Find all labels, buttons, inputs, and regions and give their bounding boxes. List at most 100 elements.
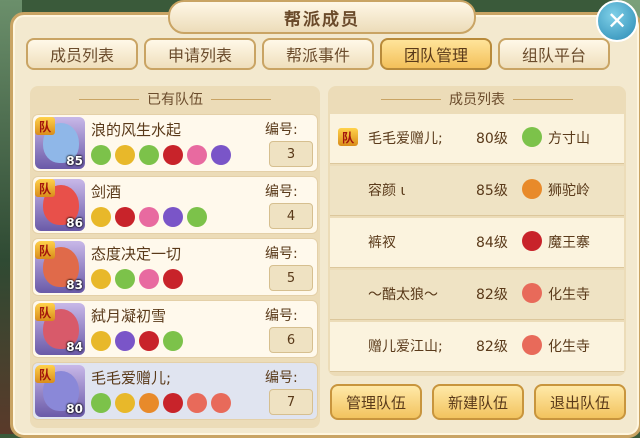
team-leader-badge: 队 xyxy=(35,303,55,321)
member-name: 毛毛爱赠儿; xyxy=(368,131,443,147)
school-icon xyxy=(139,393,159,413)
team-name: 弑月凝初雪 xyxy=(91,307,167,325)
level-label: 80 xyxy=(66,402,83,416)
team-leader-badge: 队 xyxy=(35,179,55,197)
school-icon xyxy=(163,393,183,413)
member-row[interactable]: 队 毛毛爱赠儿; 80级 方寸山 xyxy=(330,114,624,164)
avatar: 队 85 xyxy=(35,117,85,169)
member-level: 84级 xyxy=(476,235,508,251)
school-icon xyxy=(139,145,159,165)
level-label: 83 xyxy=(66,278,83,292)
member-row[interactable]: 裤衩 84级 魔王寨 xyxy=(330,218,624,268)
member-school: 方寸山 xyxy=(548,131,590,147)
manage-team-button[interactable]: 管理队伍 xyxy=(330,384,422,420)
school-icon xyxy=(115,331,135,351)
member-level: 80级 xyxy=(476,131,508,147)
existing-teams-panel: 已有队伍 队 85 浪的风生水起 编号: 3 队 86 剑酒 编号: 4 队 8… xyxy=(30,86,320,428)
school-icon xyxy=(91,207,111,227)
tab-team-platform[interactable]: 组队平台 xyxy=(498,38,610,70)
member-name: 裤衩 xyxy=(368,235,396,251)
school-icon xyxy=(163,207,183,227)
school-icons xyxy=(91,145,231,165)
member-school: 化生寺 xyxy=(548,339,590,355)
close-icon: ✕ xyxy=(606,7,628,35)
team-number: 7 xyxy=(269,389,313,415)
level-label: 84 xyxy=(66,340,83,354)
school-icon xyxy=(115,269,135,289)
member-row[interactable]: 容颜 ι 85级 狮驼岭 xyxy=(330,166,624,216)
avatar: 队 83 xyxy=(35,241,85,293)
school-icon xyxy=(522,231,542,251)
school-icons xyxy=(91,207,207,227)
level-label: 85 xyxy=(66,154,83,168)
school-icon xyxy=(91,269,111,289)
team-name: 剑酒 xyxy=(91,183,122,201)
school-icon xyxy=(91,393,111,413)
school-icon xyxy=(187,145,207,165)
team-row[interactable]: 队 83 态度决定一切 编号: 5 xyxy=(32,238,318,296)
team-row[interactable]: 队 84 弑月凝初雪 编号: 6 xyxy=(32,300,318,358)
school-icon xyxy=(115,145,135,165)
number-label: 编号: xyxy=(265,246,298,262)
avatar: 队 86 xyxy=(35,179,85,231)
school-icon xyxy=(522,127,542,147)
tab-application-list[interactable]: 申请列表 xyxy=(144,38,256,70)
team-number: 5 xyxy=(269,265,313,291)
avatar: 队 80 xyxy=(35,365,85,417)
avatar: 队 84 xyxy=(35,303,85,355)
close-button[interactable]: ✕ xyxy=(596,0,638,42)
school-icon xyxy=(91,145,111,165)
school-icon xyxy=(115,207,135,227)
create-team-button[interactable]: 新建队伍 xyxy=(432,384,524,420)
member-school: 化生寺 xyxy=(548,287,590,303)
member-level: 85级 xyxy=(476,183,508,199)
member-row[interactable]: ～酷太狼～ 82级 化生寺 xyxy=(330,270,624,320)
number-label: 编号: xyxy=(265,122,298,138)
tab-member-list[interactable]: 成员列表 xyxy=(26,38,138,70)
school-icon xyxy=(187,393,207,413)
team-name: 态度决定一切 xyxy=(91,245,182,263)
school-icon xyxy=(163,331,183,351)
school-icon xyxy=(91,331,111,351)
school-icon xyxy=(163,145,183,165)
tab-guild-events[interactable]: 帮派事件 xyxy=(262,38,374,70)
team-name: 毛毛爱赠儿; xyxy=(91,369,172,387)
team-number: 3 xyxy=(269,141,313,167)
school-icon xyxy=(187,207,207,227)
quit-team-button[interactable]: 退出队伍 xyxy=(534,384,626,420)
school-icon xyxy=(139,331,159,351)
number-label: 编号: xyxy=(265,370,298,386)
school-icons xyxy=(91,269,183,289)
team-leader-badge: 队 xyxy=(35,117,55,135)
team-leader-badge: 队 xyxy=(338,128,358,146)
window-title: 帮派成员 xyxy=(168,0,476,34)
school-icon xyxy=(522,283,542,303)
school-icon xyxy=(522,179,542,199)
existing-teams-header: 已有队伍 xyxy=(30,86,320,112)
number-label: 编号: xyxy=(265,184,298,200)
school-icon xyxy=(139,207,159,227)
member-name: 赠儿爱江山; xyxy=(368,339,443,355)
team-number: 4 xyxy=(269,203,313,229)
member-list-header: 成员列表 xyxy=(328,86,626,112)
team-row[interactable]: 队 80 毛毛爱赠儿; 编号: 7 xyxy=(32,362,318,420)
level-label: 86 xyxy=(66,216,83,230)
member-school: 狮驼岭 xyxy=(548,183,590,199)
team-row[interactable]: 队 85 浪的风生水起 编号: 3 xyxy=(32,114,318,172)
team-row[interactable]: 队 86 剑酒 编号: 4 xyxy=(32,176,318,234)
school-icons xyxy=(91,331,183,351)
school-icons xyxy=(91,393,231,413)
school-icon xyxy=(163,269,183,289)
tab-bar: 成员列表 申请列表 帮派事件 团队管理 组队平台 xyxy=(26,38,626,72)
tab-team-management[interactable]: 团队管理 xyxy=(380,38,492,70)
member-name: ～酷太狼～ xyxy=(368,287,438,303)
team-name: 浪的风生水起 xyxy=(91,121,182,139)
school-icon xyxy=(211,393,231,413)
team-leader-badge: 队 xyxy=(35,241,55,259)
number-label: 编号: xyxy=(265,308,298,324)
school-icon xyxy=(115,393,135,413)
member-level: 82级 xyxy=(476,339,508,355)
member-row[interactable]: 赠儿爱江山; 82级 化生寺 xyxy=(330,322,624,372)
team-leader-badge: 队 xyxy=(35,365,55,383)
school-icon xyxy=(211,145,231,165)
